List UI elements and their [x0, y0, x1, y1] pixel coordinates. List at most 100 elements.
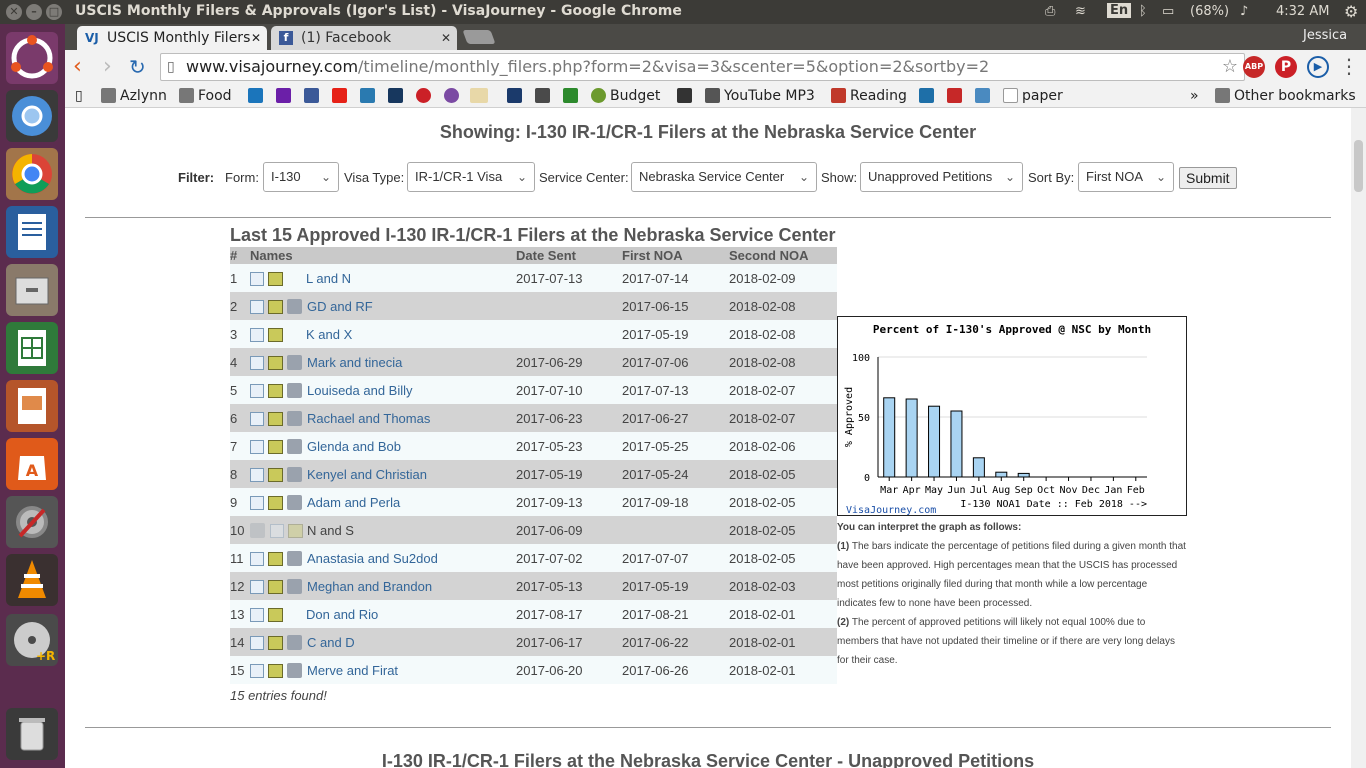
- ubuntu-dash-icon[interactable]: [6, 32, 58, 84]
- member-name-link[interactable]: Rachael and Thomas: [307, 411, 430, 426]
- timeline-document-icon[interactable]: [250, 271, 264, 286]
- back-arrow-icon[interactable]: ‹: [73, 54, 82, 79]
- bookmark-star-icon[interactable]: ☆: [1222, 54, 1238, 80]
- bookmark-youtube-mp3[interactable]: YouTube MP3: [705, 86, 815, 106]
- approved-stamp-icon[interactable]: [268, 383, 283, 398]
- clock[interactable]: 4:32 AM: [1276, 4, 1329, 19]
- bookmark-budget[interactable]: Budget: [591, 86, 660, 106]
- bookmarks-overflow-chevron[interactable]: »: [1190, 86, 1199, 106]
- member-name-link[interactable]: Don and Rio: [306, 607, 378, 622]
- member-avatar-icon[interactable]: [287, 466, 302, 482]
- member-name-link[interactable]: Kenyel and Christian: [307, 467, 427, 482]
- other-bookmarks-folder[interactable]: Other bookmarks: [1215, 86, 1356, 106]
- member-name-link[interactable]: Adam and Perla: [307, 495, 400, 510]
- dvd-burner-icon[interactable]: +R: [6, 614, 58, 666]
- close-window-button[interactable]: ✕: [6, 4, 22, 20]
- member-name-link[interactable]: Glenda and Bob: [307, 439, 401, 454]
- forward-arrow-icon[interactable]: ›: [103, 54, 112, 79]
- member-avatar-icon[interactable]: [287, 410, 302, 426]
- timeline-document-icon[interactable]: [250, 663, 264, 678]
- timeline-document-icon[interactable]: [250, 355, 264, 370]
- bookmark-site[interactable]: [470, 86, 492, 106]
- member-name-link[interactable]: GD and RF: [307, 299, 373, 314]
- approved-stamp-icon[interactable]: [268, 271, 283, 286]
- bookmark-folder-food[interactable]: Food: [179, 86, 232, 106]
- member-avatar-icon[interactable]: [287, 662, 302, 678]
- bluetooth-icon[interactable]: ᛒ: [1139, 4, 1147, 19]
- form-select[interactable]: I-130 ⌄: [263, 162, 339, 192]
- service-center-select[interactable]: Nebraska Service Center ⌄: [631, 162, 817, 192]
- member-avatar-icon[interactable]: [287, 578, 302, 594]
- ubuntu-software-icon[interactable]: A: [6, 438, 58, 490]
- member-name-link[interactable]: Mark and tinecia: [307, 355, 402, 370]
- member-name-link[interactable]: C and D: [307, 635, 355, 650]
- approved-stamp-icon[interactable]: [268, 607, 283, 622]
- printer-icon[interactable]: ⎙: [1045, 4, 1055, 19]
- profile-name[interactable]: Jessica: [1303, 26, 1363, 46]
- files-icon[interactable]: [6, 264, 58, 316]
- keyboard-language-indicator[interactable]: En: [1107, 3, 1132, 18]
- bookmark-site[interactable]: [535, 86, 554, 106]
- system-settings-icon[interactable]: [6, 496, 58, 548]
- member-avatar-icon[interactable]: [287, 550, 302, 566]
- member-avatar-icon[interactable]: [287, 494, 302, 510]
- address-bar[interactable]: ▯ www.visajourney.com/timeline/monthly_f…: [160, 53, 1245, 81]
- bookmark-site[interactable]: [947, 86, 966, 106]
- timeline-document-icon[interactable]: [250, 439, 264, 454]
- timeline-document-icon[interactable]: [250, 495, 264, 510]
- trash-icon[interactable]: [6, 708, 58, 760]
- timeline-document-icon[interactable]: [250, 327, 264, 342]
- member-name-link[interactable]: K and X: [306, 327, 352, 342]
- approved-stamp-icon[interactable]: [268, 551, 283, 566]
- maximize-window-button[interactable]: □: [46, 4, 62, 20]
- approved-stamp-icon[interactable]: [268, 495, 283, 510]
- reload-icon[interactable]: ↻: [129, 55, 146, 79]
- bookmark-site[interactable]: [416, 86, 435, 106]
- settings-gear-icon[interactable]: ⚙: [1344, 2, 1358, 21]
- adblock-plus-icon[interactable]: ABP: [1243, 56, 1265, 78]
- bookmark-site[interactable]: [360, 86, 379, 106]
- timeline-document-icon[interactable]: [250, 607, 264, 622]
- bookmark-site[interactable]: [332, 86, 351, 106]
- member-name-link[interactable]: Meghan and Brandon: [307, 579, 432, 594]
- member-avatar-icon[interactable]: [287, 382, 302, 398]
- battery-percent[interactable]: (68%): [1190, 4, 1229, 19]
- member-avatar-icon[interactable]: [287, 634, 302, 650]
- apps-page-icon[interactable]: ▯: [75, 86, 83, 106]
- sort-by-select[interactable]: First NOA ⌄: [1078, 162, 1174, 192]
- member-name-link[interactable]: Louiseda and Billy: [307, 383, 413, 398]
- member-name-link[interactable]: Anastasia and Su2dod: [307, 551, 438, 566]
- bookmark-site[interactable]: [677, 86, 696, 106]
- libreoffice-writer-icon[interactable]: [6, 206, 58, 258]
- google-chrome-icon[interactable]: [6, 148, 58, 200]
- page-info-icon[interactable]: ▯: [167, 54, 175, 80]
- tab-facebook[interactable]: f (1) Facebook ✕: [271, 26, 457, 50]
- approved-stamp-icon[interactable]: [268, 635, 283, 650]
- bookmark-site[interactable]: [388, 86, 407, 106]
- timeline-document-icon[interactable]: [250, 383, 264, 398]
- battery-icon[interactable]: ▭: [1162, 4, 1174, 19]
- show-select[interactable]: Unapproved Petitions ⌄: [860, 162, 1023, 192]
- member-name-link[interactable]: L and N: [306, 271, 351, 286]
- minimize-window-button[interactable]: –: [26, 4, 42, 20]
- bookmark-site[interactable]: [444, 86, 463, 106]
- libreoffice-calc-icon[interactable]: [6, 322, 58, 374]
- member-avatar-icon[interactable]: [287, 438, 302, 454]
- timeline-document-icon[interactable]: [250, 411, 264, 426]
- bookmark-site[interactable]: [563, 86, 582, 106]
- approved-stamp-icon[interactable]: [268, 663, 283, 678]
- volume-icon[interactable]: ♪: [1240, 4, 1248, 19]
- timeline-document-icon[interactable]: [250, 299, 264, 314]
- tab-uscis-monthly-filers[interactable]: VJ USCIS Monthly Filers ✕: [77, 26, 267, 50]
- play-extension-icon[interactable]: ▶: [1307, 56, 1329, 78]
- bookmark-site[interactable]: [507, 86, 526, 106]
- bookmark-paper[interactable]: paper: [1003, 86, 1063, 106]
- pinterest-extension-icon[interactable]: P: [1275, 56, 1297, 78]
- bookmark-reading[interactable]: Reading: [831, 86, 907, 106]
- visa-type-select[interactable]: IR-1/CR-1 Visa ⌄: [407, 162, 535, 192]
- member-avatar-icon[interactable]: [287, 354, 302, 370]
- libreoffice-impress-icon[interactable]: [6, 380, 58, 432]
- wifi-icon[interactable]: ≋: [1075, 4, 1086, 19]
- vlc-icon[interactable]: [6, 554, 58, 606]
- bookmark-site[interactable]: [304, 86, 323, 106]
